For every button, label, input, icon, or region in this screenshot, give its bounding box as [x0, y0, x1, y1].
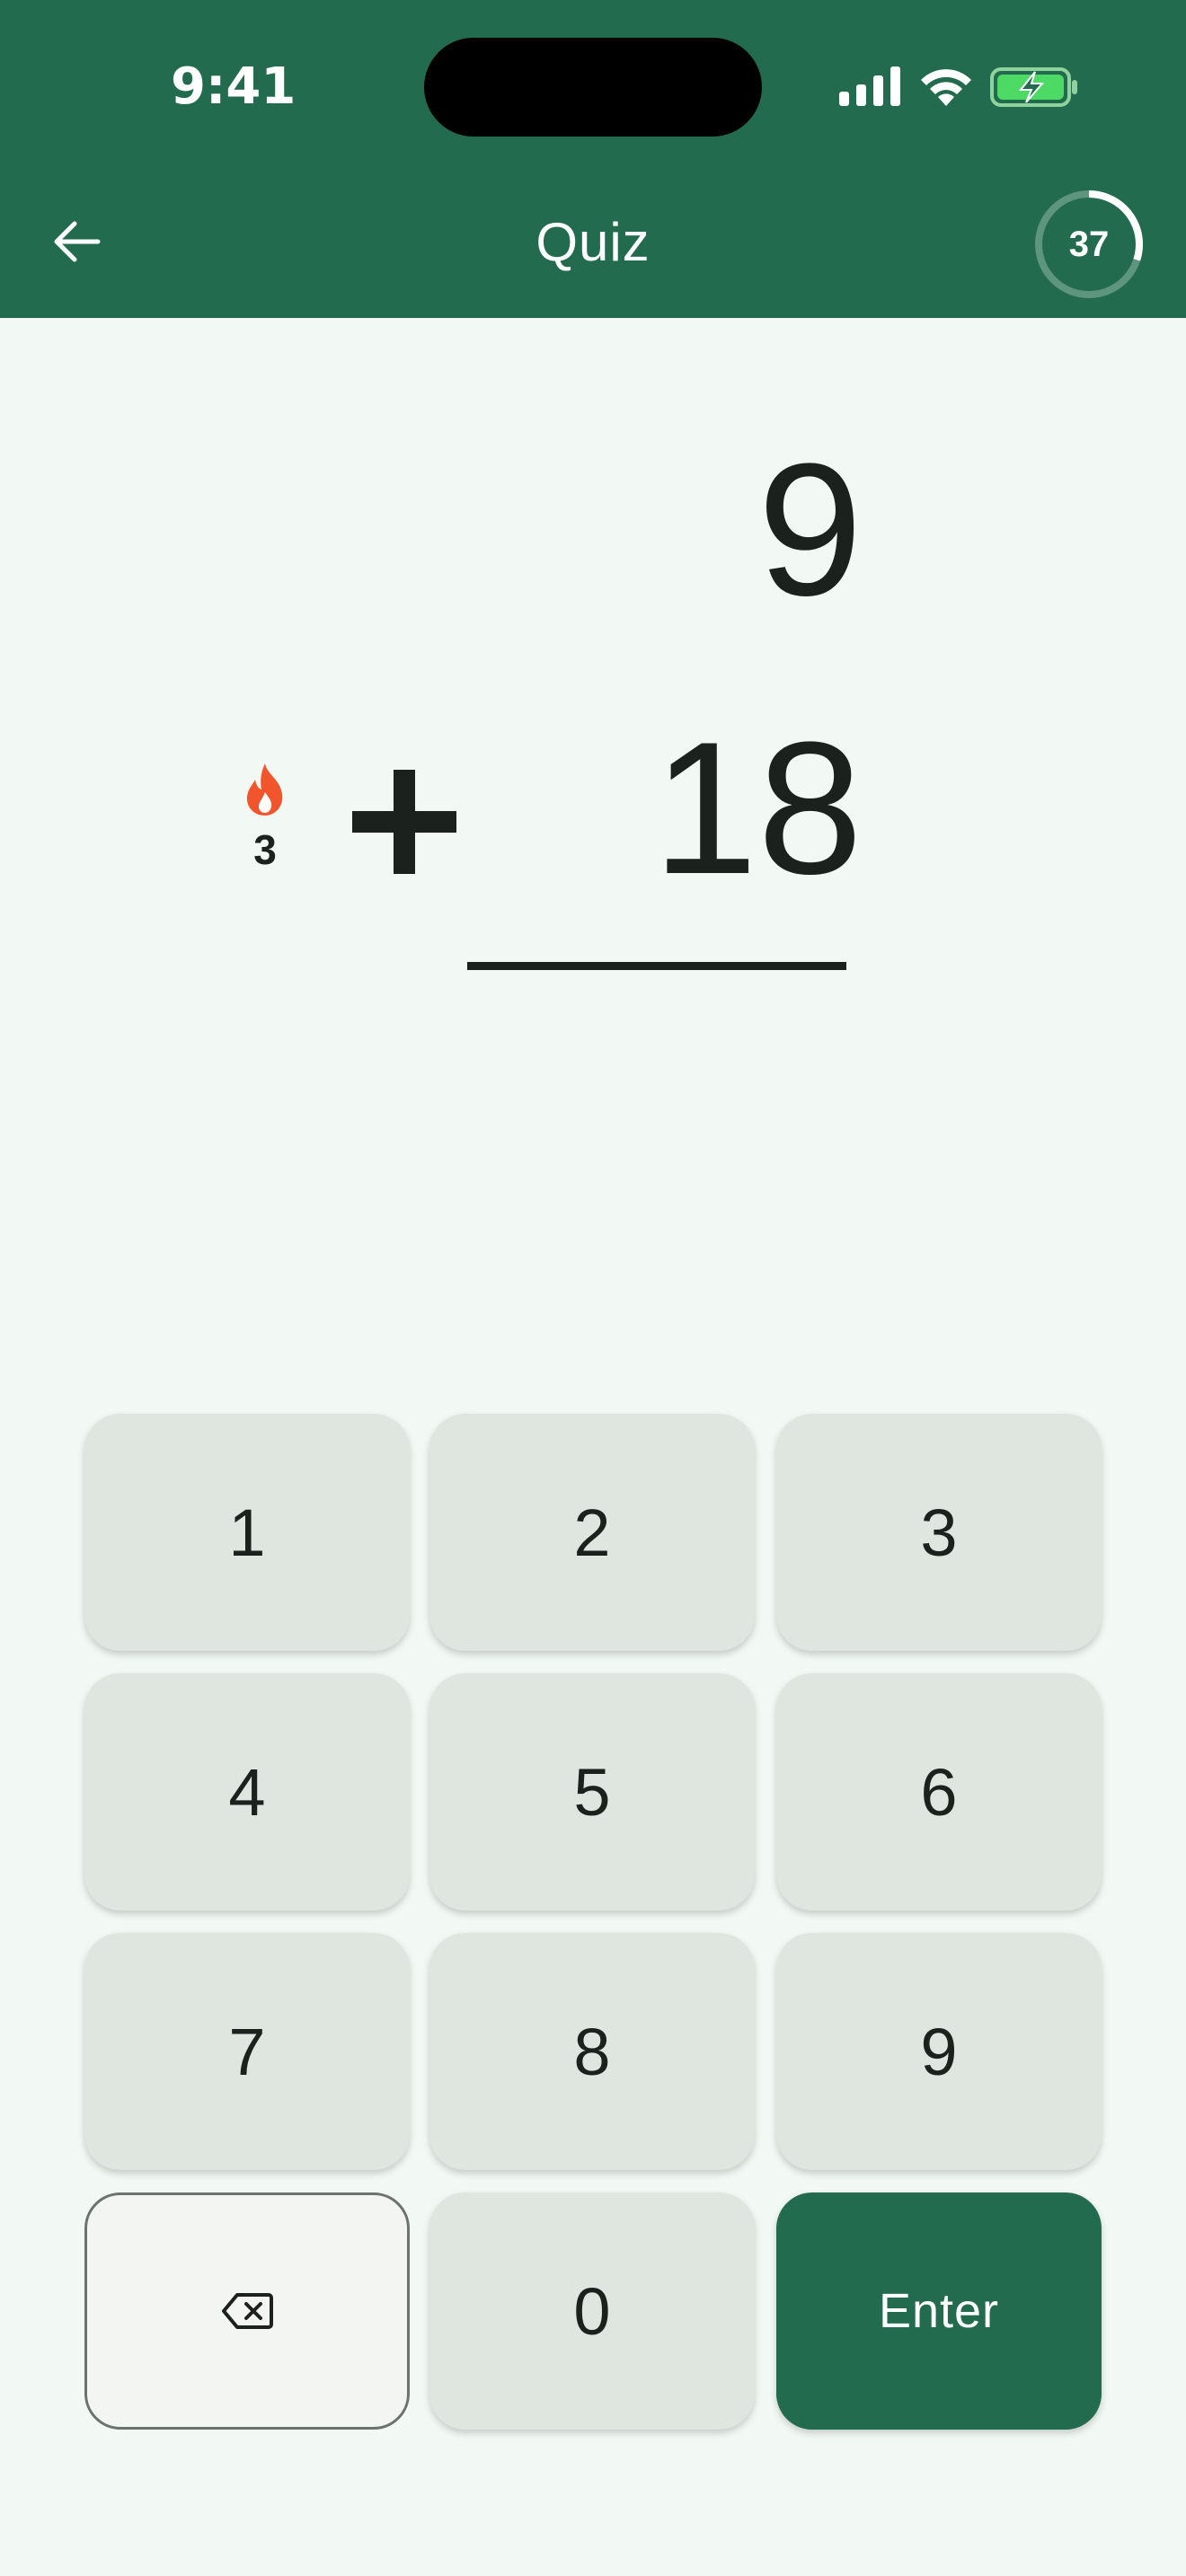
key-5[interactable]: 5	[429, 1673, 755, 1910]
answer-display	[467, 988, 846, 1096]
page-title: Quiz	[535, 212, 651, 272]
quiz-screen: 9:41 Quiz 37 9 3 18 1 2 3 4 5 6 7 8 9 0 …	[0, 0, 1186, 2576]
status-time: 9:41	[171, 57, 296, 116]
key-0[interactable]: 0	[429, 2192, 755, 2430]
key-1[interactable]: 1	[84, 1414, 410, 1651]
backspace-icon	[222, 2293, 273, 2329]
enter-button[interactable]: Enter	[776, 2192, 1102, 2430]
arrow-left-icon	[54, 221, 101, 262]
key-9[interactable]: 9	[776, 1933, 1102, 2170]
timer-value: 37	[1068, 225, 1110, 264]
app-header: 9:41 Quiz 37	[0, 0, 1186, 318]
back-button[interactable]	[27, 192, 126, 291]
flame-icon	[246, 763, 283, 816]
dynamic-island	[424, 38, 762, 137]
key-4[interactable]: 4	[84, 1673, 410, 1910]
key-7[interactable]: 7	[84, 1933, 410, 2170]
first-operand: 9	[757, 424, 863, 635]
battery-charging-icon	[990, 67, 1077, 107]
streak-indicator: 3	[225, 762, 305, 878]
nav-bar: Quiz 37	[0, 171, 1186, 318]
key-8[interactable]: 8	[429, 1933, 755, 2170]
cellular-signal-icon	[839, 66, 900, 106]
plus-operator	[346, 754, 463, 889]
second-operand: 18	[652, 702, 863, 913]
wifi-icon	[921, 69, 971, 106]
streak-count: 3	[253, 826, 277, 873]
key-2[interactable]: 2	[429, 1414, 755, 1651]
countdown-timer: 37	[1031, 187, 1146, 302]
plus-icon	[352, 770, 456, 874]
key-3[interactable]: 3	[776, 1414, 1102, 1651]
status-bar: 9:41	[0, 0, 1186, 171]
answer-underline	[467, 962, 846, 970]
delete-button[interactable]	[84, 2192, 410, 2430]
key-6[interactable]: 6	[776, 1673, 1102, 1910]
